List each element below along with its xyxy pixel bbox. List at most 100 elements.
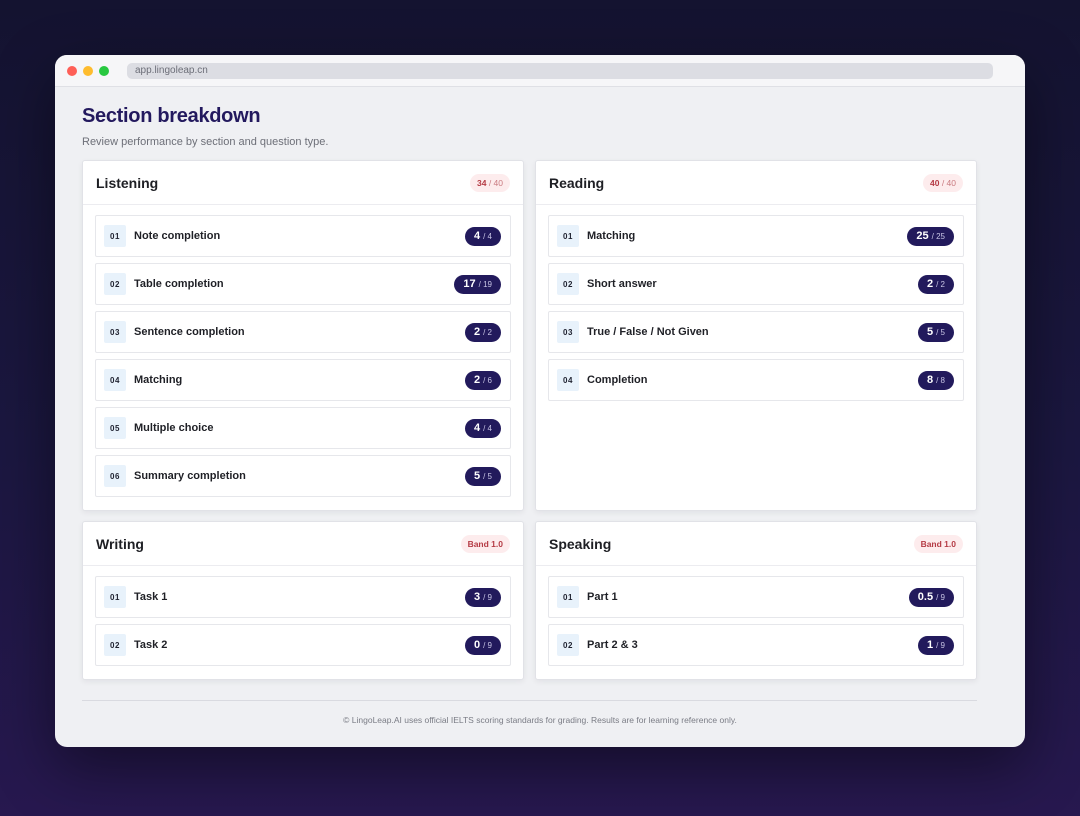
minimize-window-button[interactable] <box>83 65 93 76</box>
question-type-list: 01 Task 1 3/ 9 02 Task 2 0/ 9 <box>83 566 523 666</box>
list-item[interactable]: 04 Matching 2/ 6 <box>95 359 511 401</box>
item-label: Short answer <box>587 278 657 290</box>
item-score: 1 <box>926 639 934 651</box>
item-number: 03 <box>104 321 126 343</box>
item-label: Matching <box>134 374 183 386</box>
item-score-pill: 5/ 5 <box>917 322 954 342</box>
score-total: / 40 <box>941 177 956 188</box>
item-label: Sentence completion <box>134 326 245 338</box>
section-title: Listening <box>96 174 159 191</box>
card-header: Listening 34 / 40 <box>83 161 523 205</box>
item-total: / 5 <box>483 471 492 481</box>
score-value: 40 <box>929 177 940 188</box>
item-score: 0.5 <box>917 591 934 603</box>
list-item[interactable]: 02 Short answer 2/ 2 <box>548 263 964 305</box>
title-bar: app.lingoleap.cn <box>55 55 1025 87</box>
item-label: Note completion <box>134 230 221 242</box>
item-total: / 5 <box>936 327 945 337</box>
score-value: Band 1.0 <box>467 538 503 549</box>
page-title: Section breakdown <box>82 105 261 127</box>
item-label: Part 1 <box>587 591 618 603</box>
list-item[interactable]: 06 Summary completion 5/ 5 <box>95 455 511 497</box>
question-type-list: 01 Matching 25/ 25 02 Short answer 2/ 2 03 Tr… <box>536 205 976 401</box>
item-number: 01 <box>104 586 126 608</box>
item-score-pill: 17/ 19 <box>454 274 501 294</box>
item-score: 5 <box>473 470 481 482</box>
item-score: 4 <box>473 422 481 434</box>
card-header: Speaking Band 1.0 <box>536 522 976 566</box>
item-total: / 4 <box>483 231 492 241</box>
list-item[interactable]: 01 Note completion 4/ 4 <box>95 215 511 257</box>
list-item[interactable]: 04 Completion 8/ 8 <box>548 359 964 401</box>
item-number: 02 <box>104 273 126 295</box>
section-title: Speaking <box>549 535 612 552</box>
score-total: / 40 <box>488 177 503 188</box>
address-bar[interactable]: app.lingoleap.cn <box>127 62 993 79</box>
item-label: Multiple choice <box>134 422 214 434</box>
list-item[interactable]: 03 True / False / Not Given 5/ 5 <box>548 311 964 353</box>
item-total: / 19 <box>478 279 492 289</box>
item-score: 3 <box>473 591 481 603</box>
item-label: Completion <box>587 374 648 386</box>
item-score: 2 <box>926 278 934 290</box>
list-item[interactable]: 03 Sentence completion 2/ 2 <box>95 311 511 353</box>
item-label: Summary completion <box>134 470 246 482</box>
section-card-writing: Writing Band 1.0 01 Task 1 3/ 9 02 Task 2 0/… <box>82 521 524 680</box>
item-number: 04 <box>557 369 579 391</box>
item-label: Task 2 <box>134 639 168 651</box>
section-title: Reading <box>549 174 605 191</box>
item-score-pill: 5/ 5 <box>464 466 501 486</box>
item-number: 01 <box>557 586 579 608</box>
item-number: 01 <box>557 225 579 247</box>
section-score-badge: Band 1.0 <box>460 534 510 553</box>
score-value: 34 <box>476 177 487 188</box>
section-score-badge: 34 / 40 <box>469 173 510 192</box>
item-number: 03 <box>557 321 579 343</box>
item-total: / 9 <box>483 640 492 650</box>
item-label: Task 1 <box>134 591 168 603</box>
footer-divider <box>82 700 977 701</box>
list-item[interactable]: 02 Table completion 17/ 19 <box>95 263 511 305</box>
item-total: / 9 <box>483 592 492 602</box>
list-item[interactable]: 02 Task 2 0/ 9 <box>95 624 511 666</box>
item-score: 0 <box>473 639 481 651</box>
list-item[interactable]: 01 Task 1 3/ 9 <box>95 576 511 618</box>
item-number: 01 <box>104 225 126 247</box>
item-number: 02 <box>557 634 579 656</box>
card-header: Writing Band 1.0 <box>83 522 523 566</box>
item-score-pill: 0.5/ 9 <box>908 587 954 607</box>
list-item[interactable]: 02 Part 2 & 3 1/ 9 <box>548 624 964 666</box>
browser-window: app.lingoleap.cn Section breakdown Revie… <box>55 55 1025 747</box>
main-content: Section breakdown Review performance by … <box>55 87 1025 680</box>
section-grid: Listening 34 / 40 01 Note completion 4/ 4 … <box>82 160 998 680</box>
item-number: 06 <box>104 465 126 487</box>
section-score-badge: 40 / 40 <box>922 173 963 192</box>
item-label: True / False / Not Given <box>587 326 709 338</box>
item-label: Part 2 & 3 <box>587 639 638 651</box>
section-score-badge: Band 1.0 <box>913 534 963 553</box>
close-window-button[interactable] <box>67 65 77 76</box>
question-type-list: 01 Part 1 0.5/ 9 02 Part 2 & 3 1/ 9 <box>536 566 976 666</box>
item-score-pill: 2/ 2 <box>917 274 954 294</box>
item-total: / 25 <box>931 231 945 241</box>
maximize-window-button[interactable] <box>99 65 109 76</box>
item-score: 2 <box>473 326 481 338</box>
item-score: 2 <box>473 374 481 386</box>
item-score: 4 <box>473 230 481 242</box>
item-score-pill: 2/ 2 <box>464 322 501 342</box>
item-total: / 9 <box>936 592 945 602</box>
list-item[interactable]: 05 Multiple choice 4/ 4 <box>95 407 511 449</box>
item-score-pill: 1/ 9 <box>917 635 954 655</box>
item-total: / 8 <box>936 375 945 385</box>
list-item[interactable]: 01 Matching 25/ 25 <box>548 215 964 257</box>
item-score-pill: 3/ 9 <box>464 587 501 607</box>
item-number: 02 <box>104 634 126 656</box>
item-score: 5 <box>926 326 934 338</box>
item-score-pill: 2/ 6 <box>464 370 501 390</box>
item-number: 04 <box>104 369 126 391</box>
footer-note: © LingoLeap.AI uses official IELTS scori… <box>343 715 737 725</box>
list-item[interactable]: 01 Part 1 0.5/ 9 <box>548 576 964 618</box>
card-header: Reading 40 / 40 <box>536 161 976 205</box>
item-score-pill: 4/ 4 <box>464 418 501 438</box>
section-card-listening: Listening 34 / 40 01 Note completion 4/ 4 … <box>82 160 524 511</box>
